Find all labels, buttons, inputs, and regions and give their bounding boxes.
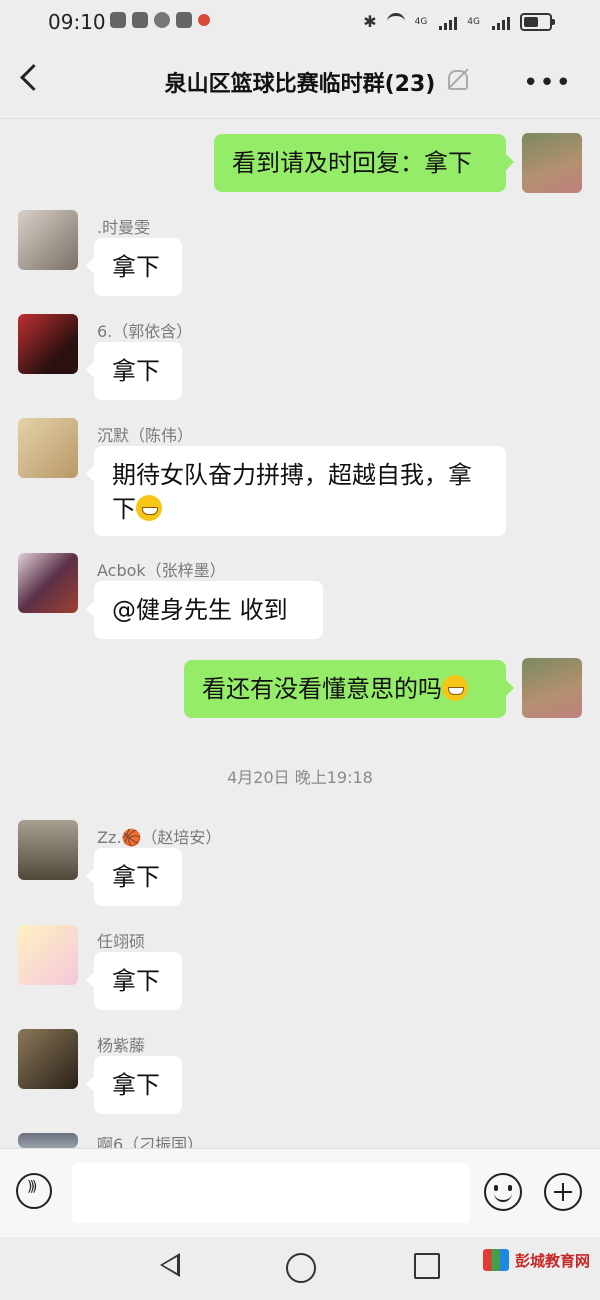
signal-icon-2	[492, 14, 510, 30]
sender-name: 杨紫藤	[97, 1036, 146, 1055]
watermark-logo-icon	[482, 1249, 509, 1271]
sender-name: Zz.🏀（赵培安）	[97, 828, 222, 847]
sender-name: 6.（郭依含）	[97, 322, 193, 341]
avatar[interactable]	[18, 553, 78, 613]
home-nav-icon[interactable]	[286, 1253, 316, 1283]
sender-name: 啊6（刁振国）	[97, 1135, 204, 1148]
message-bubble[interactable]: 看到请及时回复：拿下	[214, 134, 514, 192]
battery-icon	[520, 13, 555, 31]
avatar[interactable]	[18, 418, 78, 478]
location-icon	[198, 14, 210, 26]
chat-title: 泉山区篮球比赛临时群(23)	[164, 72, 436, 97]
network-type-1: 4G	[414, 16, 428, 27]
sender-name: 任翊硕	[97, 932, 146, 951]
avatar[interactable]	[18, 1133, 78, 1148]
emoji-button[interactable]	[484, 1173, 522, 1211]
message-bubble[interactable]: 拿下	[86, 1056, 182, 1114]
avatar[interactable]	[18, 314, 78, 374]
message-bubble[interactable]: @健身先生 收到	[86, 581, 323, 639]
bluetooth-icon: ✱	[363, 12, 377, 31]
sender-name: 沉默（陈伟）	[97, 426, 194, 445]
mute-bell-icon	[448, 70, 468, 90]
message-bubble[interactable]: 拿下	[86, 952, 182, 1010]
message-text-line: 下	[112, 492, 488, 526]
grin-emoji-icon	[442, 675, 468, 701]
message-bubble[interactable]: 看还有没看懂意思的吗	[184, 660, 514, 718]
voice-input-button[interactable]	[16, 1173, 52, 1209]
wifi-icon	[386, 13, 405, 30]
more-options-button[interactable]: •••	[523, 68, 572, 98]
system-navigation-bar: 彭城教育网	[0, 1237, 600, 1300]
message-input[interactable]	[72, 1163, 470, 1223]
message-text-line: 期待女队奋力拼搏，超越自我，拿	[112, 461, 472, 489]
recents-nav-icon[interactable]	[414, 1253, 440, 1279]
status-time: 09:10	[48, 10, 106, 34]
chat-header: 泉山区篮球比赛临时群(23) •••	[0, 44, 600, 119]
avatar[interactable]	[18, 820, 78, 880]
message-bubble[interactable]: 期待女队奋力拼搏，超越自我，拿 下	[86, 446, 506, 536]
avatar[interactable]	[18, 210, 78, 270]
avatar[interactable]	[18, 1029, 78, 1089]
message-bubble[interactable]: 拿下	[86, 238, 182, 296]
my-avatar[interactable]	[522, 133, 582, 193]
message-bubble[interactable]: 拿下	[86, 342, 182, 400]
chat-timestamp: 4月20日 晚上19:18	[227, 768, 373, 787]
notification-icons	[110, 12, 210, 28]
input-bar	[0, 1148, 600, 1237]
back-nav-icon[interactable]	[160, 1253, 180, 1277]
grin-emoji-icon	[136, 495, 162, 521]
message-bubble[interactable]: 拿下	[86, 848, 182, 906]
network-type-2: 4G	[467, 16, 480, 27]
sender-name: .时曼雯	[97, 218, 151, 237]
app-notification-icon	[154, 12, 170, 28]
app-notification-icon-2	[176, 12, 192, 28]
qq-notification-icon	[132, 12, 148, 28]
my-avatar[interactable]	[522, 658, 582, 718]
wechat-notification-icon	[110, 12, 126, 28]
more-functions-button[interactable]	[544, 1173, 582, 1211]
sender-name: Acbok（张梓墨）	[97, 561, 226, 580]
watermark: 彭城教育网	[482, 1249, 590, 1271]
signal-icon-1	[439, 14, 458, 30]
avatar[interactable]	[18, 925, 78, 985]
watermark-text: 彭城教育网	[514, 1251, 590, 1270]
status-bar: 09:10 ✱ 4G 4G	[0, 0, 600, 44]
